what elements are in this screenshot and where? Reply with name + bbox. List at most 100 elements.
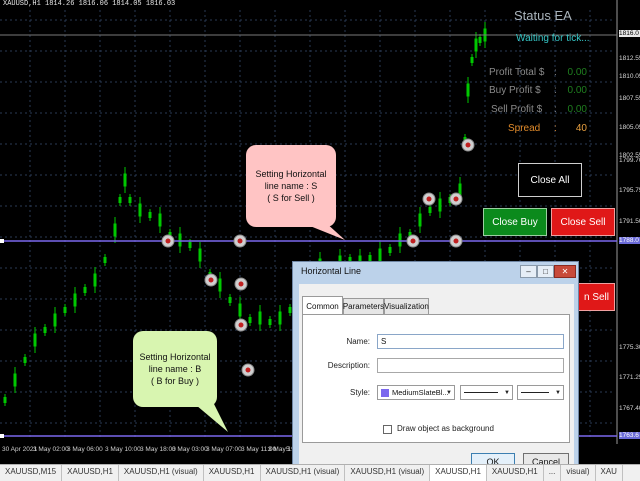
- spread-value: 40: [575, 123, 587, 134]
- time-axis-label: 30 Apr 2021: [2, 446, 38, 453]
- draw-background-checkbox[interactable]: [383, 425, 392, 434]
- price-axis-label: 1767.40: [619, 405, 640, 412]
- chart-tab[interactable]: XAUUSD,H1 (visual): [119, 465, 204, 481]
- time-axis-label: 3 May 03:00: [172, 446, 208, 453]
- chart-tab[interactable]: XAUUSD,H1: [62, 465, 119, 481]
- chart-tab[interactable]: visual): [561, 465, 596, 481]
- price-axis-label: 1795.75: [619, 187, 640, 194]
- candle-body: [398, 233, 402, 247]
- style-label: Style:: [349, 388, 370, 397]
- candle-body: [53, 313, 57, 327]
- name-input[interactable]: S: [377, 334, 564, 349]
- name-label: Name:: [346, 337, 370, 346]
- sell-profit-value: 0.00: [567, 104, 587, 115]
- price-axis-label: 1791.50: [619, 218, 640, 225]
- callout-line: ( S for Sell ): [267, 193, 315, 203]
- tab-common[interactable]: Common: [302, 296, 343, 315]
- candle-body: [123, 173, 127, 187]
- callout-line: line name : B: [148, 364, 202, 374]
- candle-body: [378, 248, 382, 262]
- line-style-preview: [464, 392, 498, 393]
- trade-marker-dot: [453, 238, 459, 244]
- minimize-icon[interactable]: –: [520, 265, 537, 278]
- candle-body: [248, 317, 252, 323]
- candle-body: [73, 293, 77, 307]
- price-axis-line-label: 1788.0: [619, 237, 640, 244]
- line-width-select[interactable]: ▼: [517, 385, 564, 400]
- candle-body: [438, 198, 442, 212]
- chart-tab[interactable]: XAUUSD,H1: [487, 465, 544, 481]
- close-sell-button[interactable]: Close Sell: [551, 208, 615, 236]
- price-axis-current: 1816.0: [619, 30, 640, 37]
- chart-tab-active[interactable]: XAUUSD,H1: [430, 465, 487, 481]
- profit-total-label: Profit Total $: [489, 67, 545, 78]
- chart-tab[interactable]: XAUUSD,H1 (visual): [345, 465, 431, 481]
- time-axis-label: 5: [286, 446, 290, 453]
- ea-title: Status EA: [514, 8, 572, 23]
- trade-marker-dot: [426, 196, 432, 202]
- candle-body: [218, 278, 222, 292]
- close-all-button[interactable]: Close All: [518, 163, 582, 197]
- color-swatch: [381, 388, 389, 397]
- price-axis-label: 1807.55: [619, 95, 640, 102]
- line-width-preview: [521, 392, 549, 393]
- chevron-down-icon: ▼: [504, 389, 510, 396]
- trade-marker-dot: [165, 238, 171, 244]
- color-name: MediumSlateBl...: [392, 388, 449, 397]
- price-axis-label: 1810.05: [619, 73, 640, 80]
- chart-tab[interactable]: XAUUSD,H1: [204, 465, 261, 481]
- dialog-title: Horizontal Line: [301, 266, 362, 276]
- chart-tab[interactable]: ...: [544, 465, 562, 481]
- draw-background-label: Draw object as background: [397, 424, 494, 433]
- candle-body: [63, 307, 67, 313]
- spread-label: Spread: [508, 123, 541, 134]
- candle-body: [418, 213, 422, 227]
- sell-profit-label: Sell Profit $: [491, 104, 543, 115]
- chart-tabs-bar: XAUUSD,M15 XAUUSD,H1 XAUUSD,H1 (visual) …: [0, 464, 640, 481]
- trade-marker-dot: [238, 322, 244, 328]
- close-buy-button[interactable]: Close Buy: [483, 208, 547, 236]
- chart-tab[interactable]: XAUUSD,H1 (visual): [261, 465, 346, 481]
- callout-line: line name : S: [264, 181, 318, 191]
- price-axis-label: 1775.30: [619, 344, 640, 351]
- candle-body: [103, 257, 107, 263]
- tab-visualization[interactable]: Visualization: [384, 298, 429, 314]
- time-axis-label: 3 May 06:00: [67, 446, 103, 453]
- ea-status: Waiting for tick...: [516, 33, 590, 44]
- candle-body: [178, 233, 182, 247]
- candle-body: [43, 327, 47, 333]
- trade-marker-dot: [465, 142, 471, 148]
- line-style-select[interactable]: ▼: [460, 385, 513, 400]
- candle-body: [118, 197, 122, 203]
- price-axis-label: 1799.70: [619, 157, 640, 164]
- chart-header: XAUUSD,H1 1814.26 1816.06 1814.05 1816.0…: [3, 0, 176, 8]
- candle-body: [148, 212, 152, 218]
- horizontal-line-dialog[interactable]: Horizontal Line – □ ✕ Common Parameters …: [292, 261, 579, 480]
- candle-body: [466, 83, 470, 97]
- candle-body: [113, 223, 117, 237]
- chart-tab[interactable]: XAU: [596, 465, 623, 481]
- callout-buy-line: Setting Horizontal line name : B ( B for…: [133, 331, 217, 407]
- chevron-down-icon: ▼: [555, 389, 561, 396]
- trade-marker-dot: [245, 367, 251, 373]
- tab-parameters[interactable]: Parameters: [343, 298, 384, 314]
- close-icon[interactable]: ✕: [554, 265, 576, 278]
- price-axis-label: 1805.05: [619, 124, 640, 131]
- line-anchor: [0, 239, 4, 243]
- time-axis-label: 3 May 07:00: [206, 446, 242, 453]
- description-input[interactable]: [377, 358, 564, 373]
- price-axis-low-label: 1763.6: [619, 432, 640, 439]
- candle-body: [474, 38, 478, 52]
- candle-body: [278, 311, 282, 325]
- buy-profit-value: 0.00: [567, 85, 587, 96]
- candle-body: [13, 373, 17, 387]
- color-select[interactable]: MediumSlateBl... ▼: [377, 385, 455, 400]
- chart-tab[interactable]: XAUUSD,M15: [0, 465, 63, 481]
- price-axis-label: 1812.55: [619, 55, 640, 62]
- candle-body: [23, 357, 27, 363]
- candle-body: [138, 203, 142, 217]
- candle-body: [198, 248, 202, 262]
- buy-profit-label: Buy Profit $: [489, 85, 541, 96]
- line-anchor: [0, 434, 4, 438]
- maximize-icon[interactable]: □: [537, 265, 554, 278]
